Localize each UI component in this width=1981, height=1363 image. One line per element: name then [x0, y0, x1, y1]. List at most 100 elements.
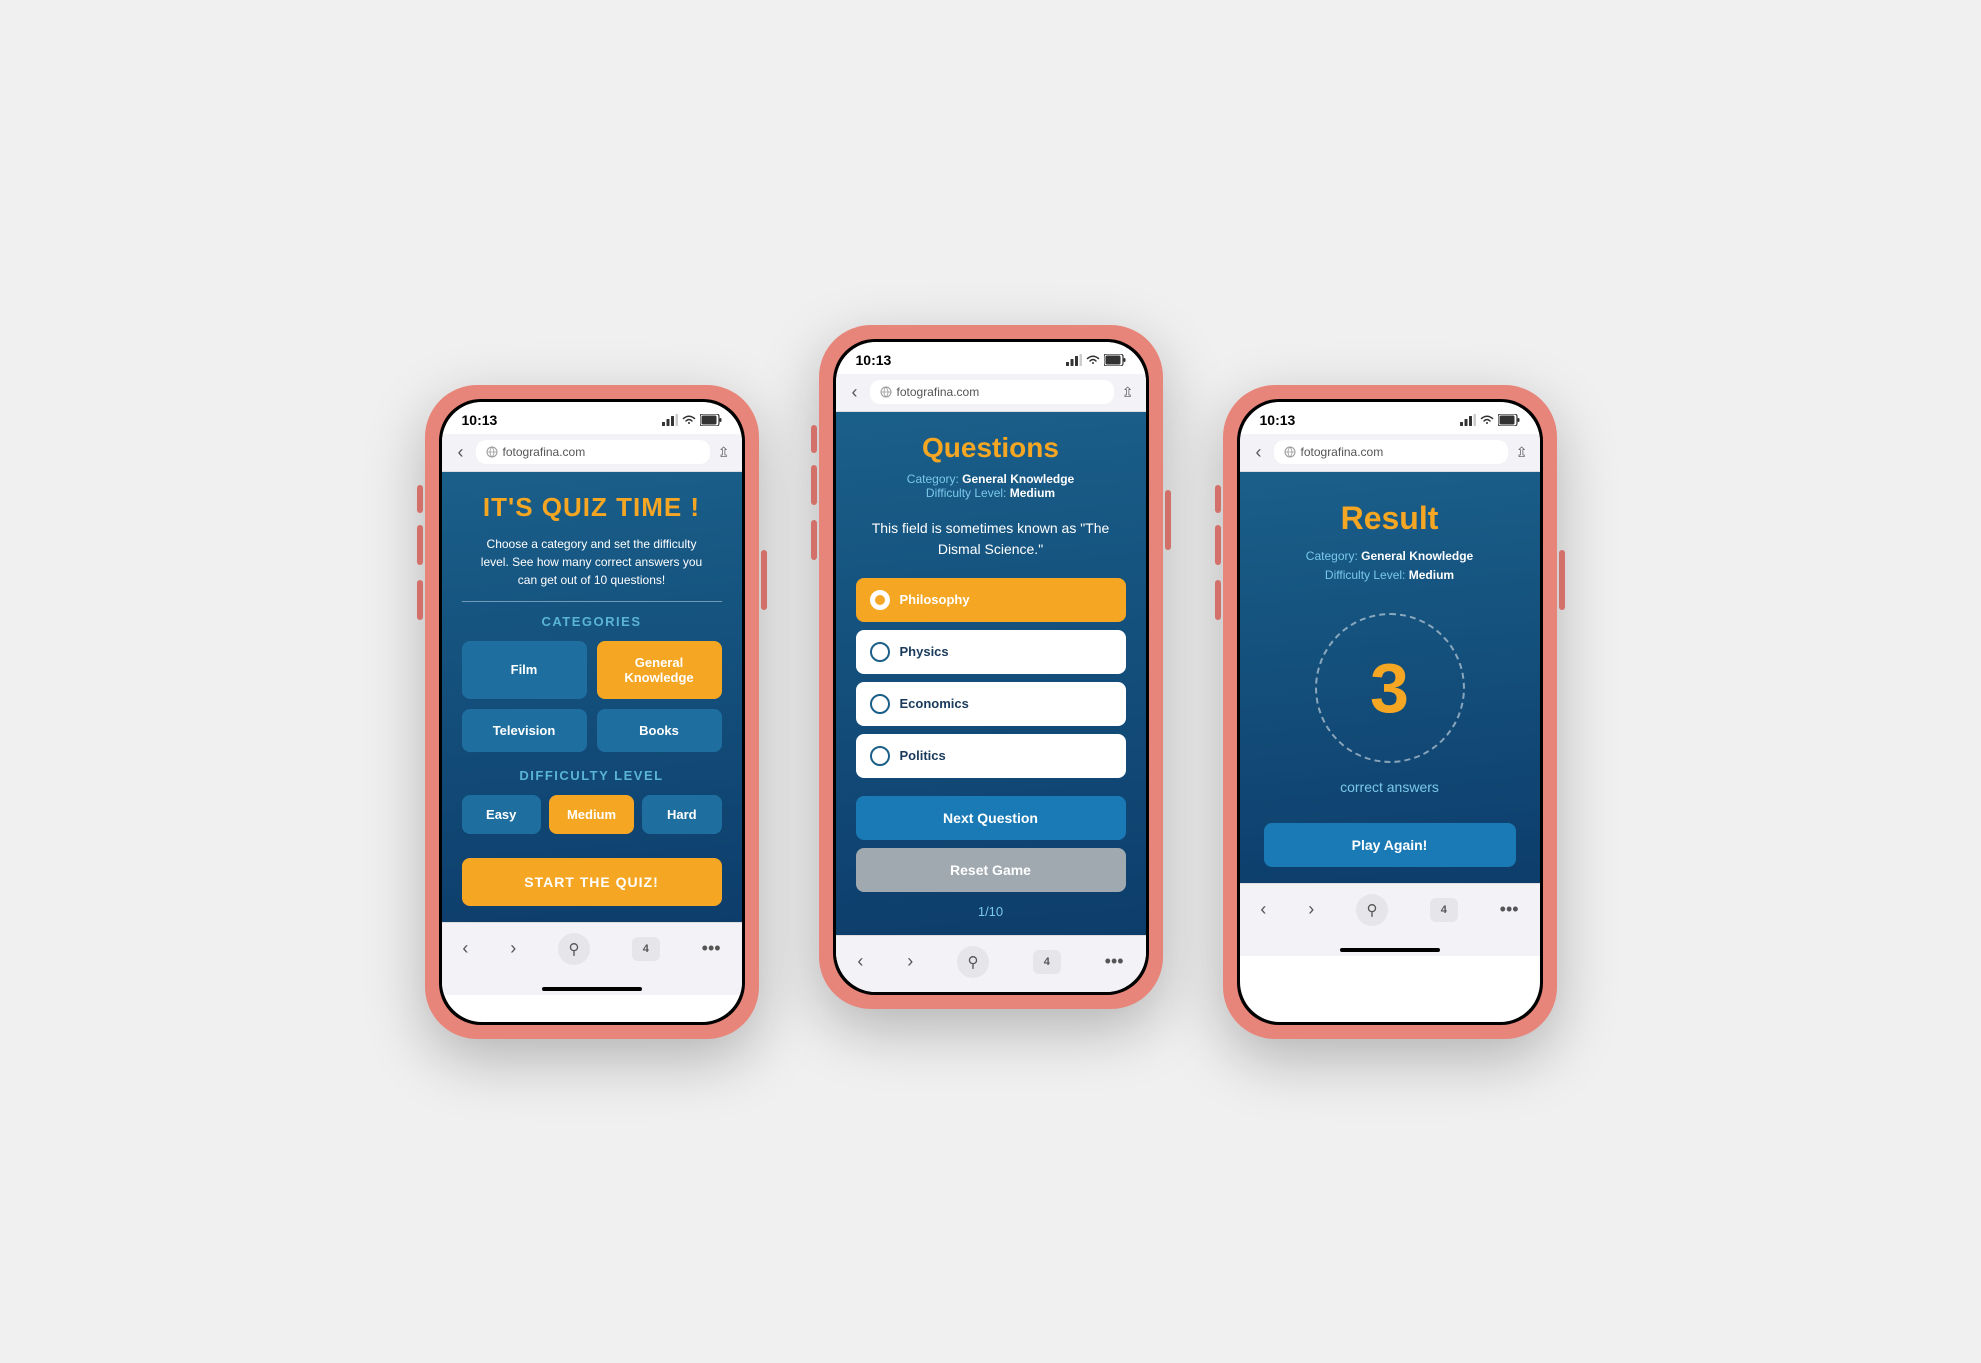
share-icon-3[interactable]: ⇫ — [1516, 444, 1528, 461]
answer-label-1: Physics — [900, 644, 949, 659]
share-icon-1[interactable]: ⇫ — [718, 444, 730, 461]
nav-back-2[interactable]: ‹ — [848, 380, 862, 405]
url-bar-1[interactable]: fotografina.com — [476, 440, 710, 464]
result-meta: Category: General Knowledge Difficulty L… — [1306, 547, 1473, 585]
nav-back-3[interactable]: ‹ — [1252, 440, 1266, 465]
difficulty-grid: Easy Medium Hard — [462, 795, 722, 834]
status-time-2: 10:13 — [856, 352, 892, 368]
q-category-value: General Knowledge — [962, 472, 1074, 486]
question-text: This field is sometimes known as "The Di… — [856, 518, 1126, 560]
answer-option-3[interactable]: Politics — [856, 734, 1126, 778]
signal-icon-1 — [662, 414, 678, 426]
nav-tabs-btn-3[interactable]: 4 — [1430, 898, 1458, 922]
nav-back-btn-3[interactable]: ‹ — [1260, 899, 1266, 920]
score-circle: 3 — [1315, 613, 1465, 763]
bottom-nav-3: ‹ › ⚲ 4 ••• — [1240, 883, 1540, 942]
url-bar-2[interactable]: fotografina.com — [870, 380, 1114, 404]
wifi-icon-3 — [1480, 415, 1494, 425]
result-difficulty-label: Difficulty Level: — [1325, 568, 1405, 582]
quiz-title: IT'S QUIZ TIME ! — [462, 492, 722, 523]
screen2-content: Questions Category: General Knowledge Di… — [836, 412, 1146, 935]
scene: 10:13 — [425, 325, 1557, 1039]
nav-search-btn-3[interactable]: ⚲ — [1356, 894, 1388, 926]
nav-fwd-btn-3[interactable]: › — [1308, 899, 1314, 920]
q-category-label: Category: — [907, 472, 959, 486]
nav-more-btn-1[interactable]: ••• — [702, 938, 721, 959]
status-bar-3: 10:13 — [1240, 402, 1540, 434]
cat-general[interactable]: General Knowledge — [597, 641, 722, 699]
nav-search-btn-1[interactable]: ⚲ — [558, 933, 590, 965]
score-number: 3 — [1370, 653, 1409, 723]
globe-icon-1 — [486, 446, 498, 458]
bottom-nav-1: ‹ › ⚲ 4 ••• — [442, 922, 742, 981]
battery-icon-3 — [1498, 414, 1520, 426]
correct-label: correct answers — [1340, 779, 1439, 795]
screen3-content: Result Category: General Knowledge Diffi… — [1240, 472, 1540, 883]
url-text-1: fotografina.com — [503, 445, 586, 459]
nav-more-btn-3[interactable]: ••• — [1500, 899, 1519, 920]
radio-0 — [870, 590, 890, 610]
answer-option-1[interactable]: Physics — [856, 630, 1126, 674]
url-bar-3[interactable]: fotografina.com — [1274, 440, 1508, 464]
url-text-2: fotografina.com — [897, 385, 980, 399]
wifi-icon-1 — [682, 415, 696, 425]
status-time-3: 10:13 — [1260, 412, 1296, 428]
result-title: Result — [1341, 500, 1439, 537]
cat-film[interactable]: Film — [462, 641, 587, 699]
categories-grid: Film General Knowledge Television Books — [462, 641, 722, 752]
answer-options: Philosophy Physics Economics Politi — [856, 578, 1126, 778]
phone-2: 10:13 — [819, 325, 1163, 1009]
answer-option-0[interactable]: Philosophy — [856, 578, 1126, 622]
answer-option-2[interactable]: Economics — [856, 682, 1126, 726]
battery-icon-2 — [1104, 354, 1126, 366]
signal-icon-3 — [1460, 414, 1476, 426]
diff-easy[interactable]: Easy — [462, 795, 541, 834]
status-bar-2: 10:13 — [836, 342, 1146, 374]
home-indicator-3 — [1240, 942, 1540, 956]
difficulty-label: DIFFICULTY LEVEL — [462, 768, 722, 783]
browser-bar-3: ‹ fotografina.com ⇫ — [1240, 434, 1540, 472]
question-progress: 1/10 — [856, 904, 1126, 919]
start-quiz-button[interactable]: START THE QUIZ! — [462, 858, 722, 906]
nav-search-btn-2[interactable]: ⚲ — [957, 946, 989, 978]
browser-bar-2: ‹ fotografina.com ⇫ — [836, 374, 1146, 412]
status-time-1: 10:13 — [462, 412, 498, 428]
signal-icon-2 — [1066, 354, 1082, 366]
diff-hard[interactable]: Hard — [642, 795, 721, 834]
diff-medium[interactable]: Medium — [549, 795, 634, 834]
phone-1: 10:13 — [425, 385, 759, 1039]
nav-fwd-btn-2[interactable]: › — [907, 951, 913, 972]
phone-3: 10:13 — [1223, 385, 1557, 1039]
play-again-button[interactable]: Play Again! — [1264, 823, 1516, 867]
browser-bar-1: ‹ fotografina.com ⇫ — [442, 434, 742, 472]
status-icons-1 — [662, 414, 722, 426]
cat-books[interactable]: Books — [597, 709, 722, 752]
nav-tabs-btn-1[interactable]: 4 — [632, 937, 660, 961]
nav-tabs-btn-2[interactable]: 4 — [1033, 950, 1061, 974]
globe-icon-2 — [880, 386, 892, 398]
status-bar-1: 10:13 — [442, 402, 742, 434]
quiz-subtitle: Choose a category and set the difficulty… — [462, 535, 722, 589]
home-indicator-1 — [442, 981, 742, 995]
radio-3 — [870, 746, 890, 766]
cat-television[interactable]: Television — [462, 709, 587, 752]
result-category-label: Category: — [1306, 549, 1358, 563]
q-difficulty-label: Difficulty Level: — [926, 486, 1006, 500]
result-category-value: General Knowledge — [1361, 549, 1473, 563]
result-difficulty-value: Medium — [1409, 568, 1454, 582]
nav-fwd-btn-1[interactable]: › — [510, 938, 516, 959]
nav-back-btn-1[interactable]: ‹ — [462, 938, 468, 959]
url-text-3: fotografina.com — [1301, 445, 1384, 459]
answer-label-2: Economics — [900, 696, 969, 711]
nav-back-1[interactable]: ‹ — [454, 440, 468, 465]
answer-label-0: Philosophy — [900, 592, 970, 607]
nav-more-btn-2[interactable]: ••• — [1105, 951, 1124, 972]
share-icon-2[interactable]: ⇫ — [1122, 384, 1134, 401]
screen1-content: IT'S QUIZ TIME ! Choose a category and s… — [442, 472, 742, 922]
reset-game-button[interactable]: Reset Game — [856, 848, 1126, 892]
questions-title: Questions — [856, 432, 1126, 464]
next-question-button[interactable]: Next Question — [856, 796, 1126, 840]
nav-back-btn-2[interactable]: ‹ — [857, 951, 863, 972]
radio-1 — [870, 642, 890, 662]
status-icons-3 — [1460, 414, 1520, 426]
